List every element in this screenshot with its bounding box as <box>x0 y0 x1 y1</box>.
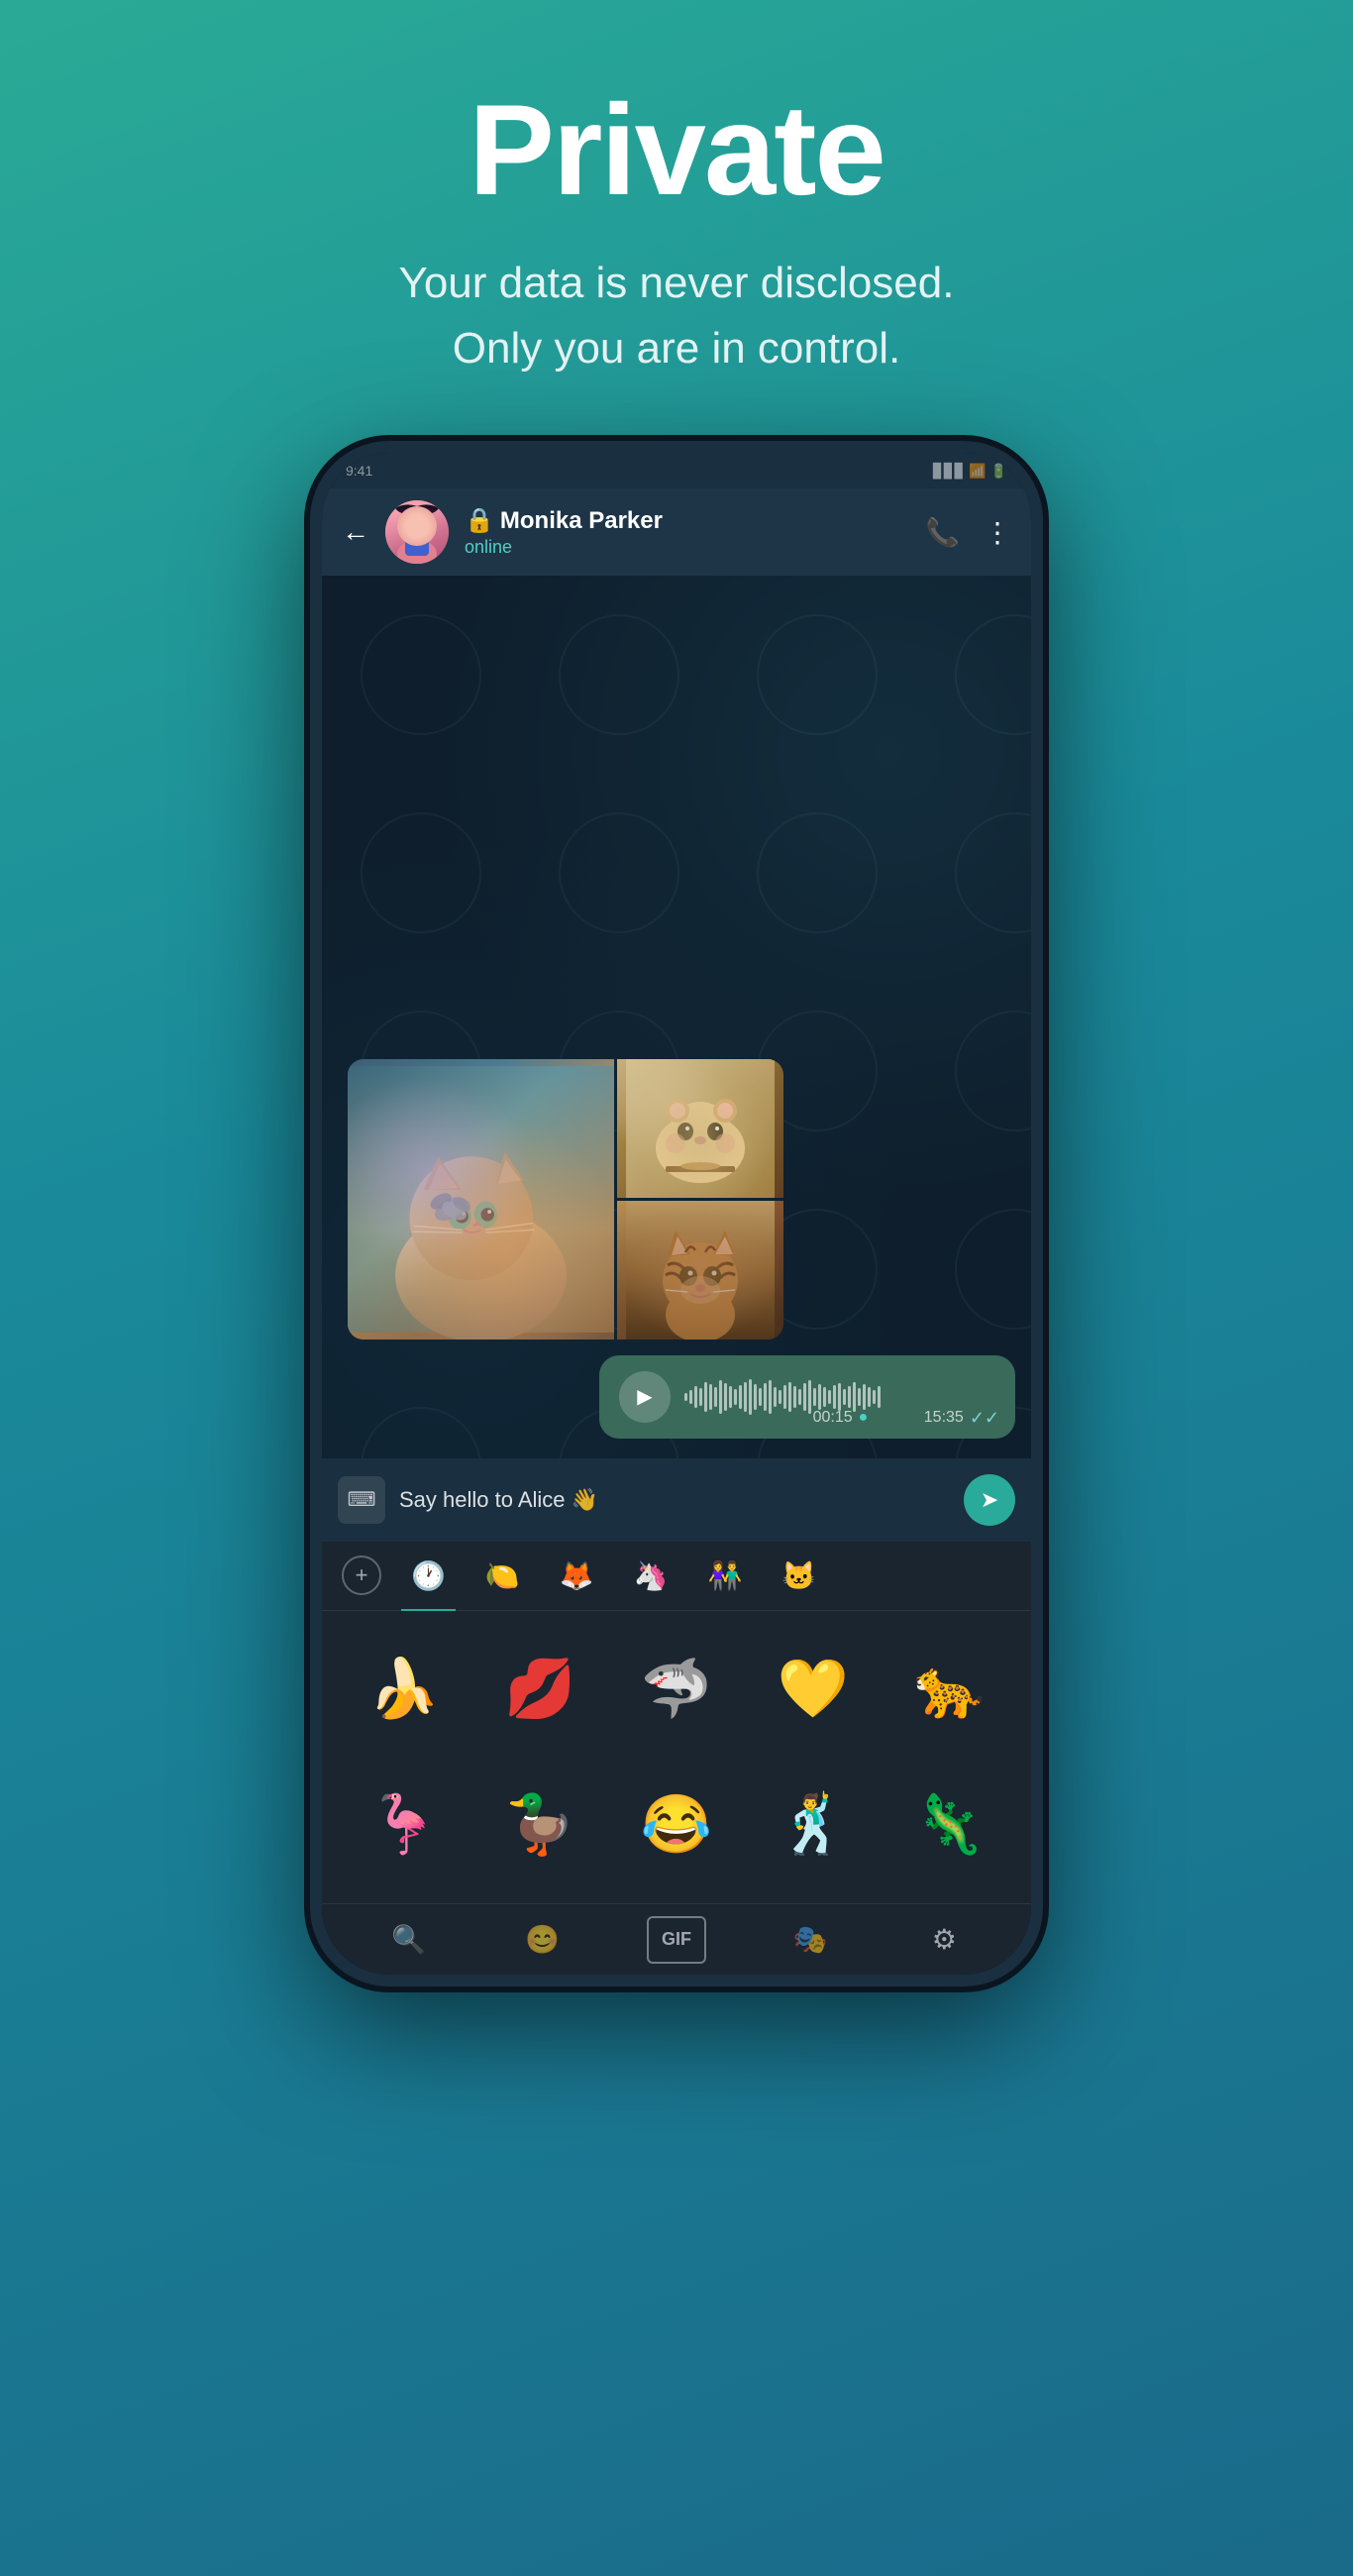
waveform-bar <box>838 1383 841 1411</box>
waveform-bar <box>749 1379 752 1415</box>
keyboard-button[interactable]: ⌨ <box>338 1476 385 1524</box>
waveform-bar <box>719 1380 722 1414</box>
sticker-kiss[interactable]: 💋 <box>474 1623 607 1756</box>
sticker-duck[interactable]: 🦆 <box>474 1759 607 1891</box>
waveform-bar <box>769 1380 772 1414</box>
input-area: ⌨ Say hello to Alice 👋 ➤ <box>322 1458 1031 1542</box>
hero-title: Private <box>399 79 955 221</box>
sticker-tab-2[interactable]: 🦊 <box>550 1554 604 1598</box>
hamster-photo <box>617 1059 783 1198</box>
contact-status: online <box>465 537 909 558</box>
hero-section: Private Your data is never disclosed. On… <box>399 0 955 441</box>
waveform-bar <box>734 1389 737 1405</box>
sticker-tab-4[interactable]: 👫 <box>698 1554 753 1598</box>
waveform-bar <box>843 1389 846 1405</box>
sticker-laugh[interactable]: 😂 <box>610 1759 743 1891</box>
waveform-bar <box>783 1385 786 1409</box>
back-button[interactable]: ← <box>342 516 369 548</box>
waveform-bar <box>818 1384 821 1410</box>
sticker-dance[interactable]: 🕺 <box>747 1759 880 1891</box>
waveform-bar <box>848 1386 851 1408</box>
chat-header: ← 🔒 Monika Parker <box>322 488 1031 576</box>
chat-area: ▶ 00:15 ● 15:35 ✓✓ <box>322 576 1031 1458</box>
dot-indicator: ● <box>859 1409 869 1427</box>
waveform-bar <box>833 1385 836 1409</box>
waveform-bar <box>694 1386 697 1408</box>
header-actions: 📞 ⋮ <box>925 516 1011 549</box>
waveform-bar <box>764 1383 767 1411</box>
waveform-bar <box>798 1389 801 1405</box>
call-icon[interactable]: 📞 <box>925 516 960 549</box>
sticker-icon-btn[interactable]: 🎭 <box>781 1916 840 1964</box>
waveform-bar <box>779 1390 781 1404</box>
waveform-bar <box>873 1390 876 1404</box>
sticker-lizard[interactable]: 🦎 <box>883 1759 1015 1891</box>
tiger-photo <box>617 1201 783 1340</box>
waveform-bar <box>724 1383 727 1411</box>
waveform-bar <box>823 1387 826 1407</box>
add-sticker-button[interactable]: + <box>342 1556 381 1595</box>
bottom-bar: 🔍 😊 GIF 🎭 ⚙ <box>322 1903 1031 1975</box>
voice-duration: 00:15 <box>813 1409 853 1427</box>
gif-button[interactable]: GIF <box>647 1916 706 1964</box>
photo-collage <box>348 1059 783 1340</box>
waveform-bar <box>813 1388 816 1406</box>
waveform-bar <box>858 1388 861 1406</box>
waveform-bar <box>739 1385 742 1409</box>
sticker-grid: 🍌 💋 🦈 💛 🐆 🦩 🦆 😂 <box>322 1611 1031 1903</box>
waveform-bar <box>744 1382 747 1412</box>
waveform-bar <box>714 1387 717 1407</box>
sticker-leopard[interactable]: 🐆 <box>883 1623 1015 1756</box>
sticker-shark[interactable]: 🦈 <box>610 1623 743 1756</box>
hero-subtitle: Your data is never disclosed. Only you a… <box>399 251 955 381</box>
sticker-tab-1[interactable]: 🍋 <box>475 1554 530 1598</box>
message-input[interactable]: Say hello to Alice 👋 <box>399 1487 950 1513</box>
waveform-bar <box>803 1383 806 1411</box>
sticker-banana[interactable]: 🍌 <box>338 1623 470 1756</box>
sticker-tabs: + 🕐 🍋 🦊 🦄 👫 🐱 <box>322 1542 1031 1611</box>
more-options-icon[interactable]: ⋮ <box>984 516 1011 549</box>
play-button[interactable]: ▶ <box>619 1371 671 1423</box>
voice-time: 15:35 <box>924 1409 964 1427</box>
waveform-bar <box>793 1386 796 1408</box>
waveform-bar <box>808 1380 811 1414</box>
sticker-flamingo[interactable]: 🦩 <box>338 1759 470 1891</box>
waveform-bar <box>774 1387 777 1407</box>
sticker-tab-recent[interactable]: 🕐 <box>401 1554 456 1598</box>
waveform-bar <box>788 1382 791 1412</box>
cat-photo <box>348 1059 614 1340</box>
phone-mockup: 9:41 ▊▊▊ 📶 🔋 ← <box>310 441 1043 1986</box>
waveform-bar <box>709 1384 712 1410</box>
search-icon-btn[interactable]: 🔍 <box>379 1916 439 1964</box>
waveform-bar <box>878 1386 881 1408</box>
avatar <box>385 500 449 564</box>
keyboard-icon: ⌨ <box>348 1487 376 1512</box>
waveform-bar <box>828 1390 831 1404</box>
sticker-tab-3[interactable]: 🦄 <box>624 1554 678 1598</box>
lock-icon: 🔒 <box>465 506 494 535</box>
waveform-bar <box>729 1386 732 1408</box>
waveform-bar <box>689 1390 692 1404</box>
send-button[interactable]: ➤ <box>964 1474 1015 1526</box>
waveform-bar <box>684 1393 687 1401</box>
checkmarks: ✓✓ <box>970 1408 999 1429</box>
sticker-heart[interactable]: 💛 <box>747 1623 880 1756</box>
status-bar: 9:41 ▊▊▊ 📶 🔋 <box>322 453 1031 488</box>
voice-meta: 00:15 ● 15:35 ✓✓ <box>813 1408 999 1429</box>
waveform-bar <box>754 1384 757 1410</box>
waveform-bar <box>699 1388 702 1406</box>
emoji-icon-btn[interactable]: 😊 <box>513 1916 572 1964</box>
sticker-tab-5[interactable]: 🐱 <box>772 1554 826 1598</box>
send-icon: ➤ <box>981 1487 998 1513</box>
waveform-bar <box>704 1382 707 1412</box>
contact-name: 🔒 Monika Parker <box>465 506 909 535</box>
waveform-bar <box>868 1387 871 1407</box>
waveform-bar <box>759 1388 762 1406</box>
voice-message: ▶ 00:15 ● 15:35 ✓✓ <box>599 1355 1015 1439</box>
waveform-bar <box>863 1384 866 1410</box>
sticker-panel: + 🕐 🍋 🦊 🦄 👫 🐱 🍌 <box>322 1542 1031 1903</box>
contact-info: 🔒 Monika Parker online <box>465 506 909 558</box>
settings-icon-btn[interactable]: ⚙ <box>914 1916 974 1964</box>
